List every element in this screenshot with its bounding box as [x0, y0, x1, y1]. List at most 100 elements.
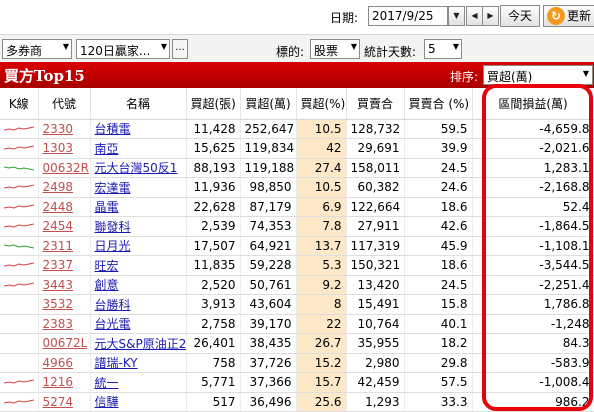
- table-row[interactable]: 4966 譜瑞-KY 758 37,726 15.2 2,980 29.8 -583.9: [0, 353, 594, 373]
- table-row[interactable]: 2337 旺宏 11,835 59,228 5.3 150,321 18.6 -3,544.5: [0, 255, 594, 276]
- kline-cell[interactable]: [0, 294, 39, 315]
- date-prev-button[interactable]: ◀: [466, 6, 483, 26]
- table-row[interactable]: 2330 台積電 11,428 252,647 10.5 128,732 59.5 -4,65…: [0, 119, 594, 139]
- buy-amount-cell: 119,188: [240, 158, 297, 178]
- buy-lots-cell: 11,936: [186, 177, 241, 198]
- stock-name-link[interactable]: 台光電: [95, 317, 131, 331]
- buy-amount-cell: 59,228: [240, 255, 297, 276]
- more-options-button[interactable]: ...: [172, 39, 188, 59]
- column-header[interactable]: 買賣合 (%): [404, 88, 473, 120]
- kline-cell[interactable]: [0, 216, 39, 237]
- stock-code-link[interactable]: 2454: [43, 219, 74, 233]
- column-header[interactable]: K線: [0, 88, 39, 120]
- table-row[interactable]: 2311 日月光 17,507 64,921 13.7 117,319 45.9 -1,108…: [0, 236, 594, 256]
- buy-percent-cell: 15.7: [296, 372, 347, 393]
- stock-code-link[interactable]: 2383: [43, 317, 74, 331]
- table-row[interactable]: 5274 信驊 517 36,496 25.6 1,293 33.3 986.2: [0, 392, 594, 412]
- date-dropdown-button[interactable]: ▼: [448, 6, 465, 26]
- buy-lots-cell: 11,428: [186, 119, 241, 139]
- stock-code-link[interactable]: 4966: [43, 356, 74, 370]
- broker-select[interactable]: 多券商 ▼: [2, 39, 72, 59]
- kline-cell[interactable]: [0, 255, 39, 276]
- kline-cell[interactable]: [0, 138, 39, 159]
- stock-code-link[interactable]: 1303: [43, 141, 74, 155]
- buy-amount-cell: 37,726: [240, 353, 297, 373]
- sort-select[interactable]: 買超(萬) ▼: [483, 65, 593, 85]
- sort-select-value: 買超(萬): [487, 70, 533, 84]
- column-header[interactable]: 區間損益(萬): [472, 88, 594, 120]
- stock-name-link[interactable]: 台勝科: [95, 298, 131, 312]
- kline-cell[interactable]: [0, 158, 39, 178]
- table-row[interactable]: 2498 宏達電 11,936 98,850 10.5 60,382 24.6 -2,168.…: [0, 177, 594, 198]
- stock-name-link[interactable]: 聯發科: [95, 220, 131, 234]
- period-pnl-cell: 986.2: [472, 392, 594, 412]
- stock-name-link[interactable]: 台積電: [95, 122, 131, 136]
- kline-cell[interactable]: [0, 275, 39, 295]
- stock-code-link[interactable]: 00672L: [43, 336, 88, 350]
- buy-lots-cell: 15,625: [186, 138, 241, 159]
- kline-sparkline: [4, 262, 34, 267]
- stock-name-link[interactable]: 元大台灣50反1: [95, 161, 178, 175]
- table-row[interactable]: 2448 晶電 22,628 87,179 6.9 122,664 18.6 52.4: [0, 197, 594, 217]
- table-row[interactable]: 00672L 元大S&P原油正2 26,401 38,435 26.7 35,955 18.…: [0, 333, 594, 354]
- panel-title: 買方Top15: [4, 67, 85, 85]
- stock-name-link[interactable]: 譜瑞-KY: [95, 356, 138, 370]
- stock-code-link[interactable]: 2448: [43, 200, 74, 214]
- table-row[interactable]: 2454 聯發科 2,539 74,353 7.8 27,911 42.6 -1,864.5: [0, 216, 594, 237]
- stock-name-link[interactable]: 旺宏: [95, 259, 119, 273]
- table-row[interactable]: 1216 統一 5,771 37,366 15.7 42,459 57.5 -1,008.4: [0, 372, 594, 393]
- column-header[interactable]: 買超(張): [186, 88, 241, 120]
- kline-cell[interactable]: [0, 353, 39, 373]
- kline-cell[interactable]: [0, 119, 39, 139]
- buy-percent-cell: 26.7: [296, 333, 347, 354]
- stock-code-link[interactable]: 2311: [43, 239, 74, 253]
- table-row[interactable]: 3532 台勝科 3,913 43,604 8 15,491 15.8 1,786.8: [0, 294, 594, 315]
- days-select[interactable]: 5 ▼: [424, 39, 462, 59]
- buy-lots-cell: 26,401: [186, 333, 241, 354]
- stock-code-link[interactable]: 5274: [43, 395, 74, 409]
- table-row[interactable]: 3443 創意 2,520 50,761 9.2 13,420 24.5 -2,251.4: [0, 275, 594, 295]
- kline-cell[interactable]: [0, 372, 39, 393]
- stock-code-link[interactable]: 3443: [43, 278, 74, 292]
- today-button[interactable]: 今天: [500, 5, 540, 27]
- stock-name-cell: 信驊: [90, 392, 187, 412]
- stock-name-link[interactable]: 元大S&P原油正2: [95, 337, 186, 351]
- stock-name-link[interactable]: 信驊: [95, 395, 119, 409]
- period-pnl-cell: -2,021.6: [472, 138, 594, 159]
- kline-cell[interactable]: [0, 392, 39, 412]
- target-select[interactable]: 股票 ▼: [310, 39, 360, 59]
- date-next-button[interactable]: ▶: [482, 6, 499, 26]
- stock-name-link[interactable]: 晶電: [95, 200, 119, 214]
- stock-name-link[interactable]: 南亞: [95, 142, 119, 156]
- stock-code-link[interactable]: 2337: [43, 258, 74, 272]
- kline-cell[interactable]: [0, 333, 39, 354]
- refresh-button[interactable]: ↻ 更新: [543, 5, 594, 27]
- column-header[interactable]: 買超(萬): [240, 88, 297, 120]
- stock-code-link[interactable]: 2498: [43, 180, 74, 194]
- stock-code-link[interactable]: 00632R: [43, 161, 90, 175]
- kline-cell[interactable]: [0, 197, 39, 217]
- broker-select-value: 多券商: [6, 44, 43, 58]
- table-row[interactable]: 00632R 元大台灣50反1 88,193 119,188 27.4 158,011 24…: [0, 158, 594, 178]
- table-row[interactable]: 2383 台光電 2,758 39,170 22 10,764 40.1 -1,248: [0, 314, 594, 334]
- total-percent-cell: 18.2: [404, 333, 473, 354]
- stock-code-link[interactable]: 1216: [43, 375, 74, 389]
- stock-name-link[interactable]: 統一: [95, 376, 119, 390]
- stock-code-link[interactable]: 3532: [43, 297, 74, 311]
- column-header[interactable]: 買賣合: [346, 88, 405, 120]
- buy-percent-cell: 6.9: [296, 197, 347, 217]
- kline-cell[interactable]: [0, 177, 39, 198]
- stock-name-link[interactable]: 日月光: [95, 239, 131, 253]
- period-select[interactable]: 120日贏家... ▼: [76, 39, 170, 59]
- kline-cell[interactable]: [0, 314, 39, 334]
- stock-name-link[interactable]: 宏達電: [95, 181, 131, 195]
- stock-name-cell: 台光電: [90, 314, 187, 334]
- column-header[interactable]: 買超(%): [296, 88, 347, 120]
- stock-code-link[interactable]: 2330: [43, 122, 74, 136]
- date-input[interactable]: 2017/9/25: [368, 6, 448, 26]
- column-header[interactable]: 名稱: [90, 88, 187, 120]
- stock-name-link[interactable]: 創意: [95, 278, 119, 292]
- column-header[interactable]: 代號: [38, 88, 91, 120]
- kline-cell[interactable]: [0, 236, 39, 256]
- table-row[interactable]: 1303 南亞 15,625 119,834 42 29,691 39.9 -2,021.6: [0, 138, 594, 159]
